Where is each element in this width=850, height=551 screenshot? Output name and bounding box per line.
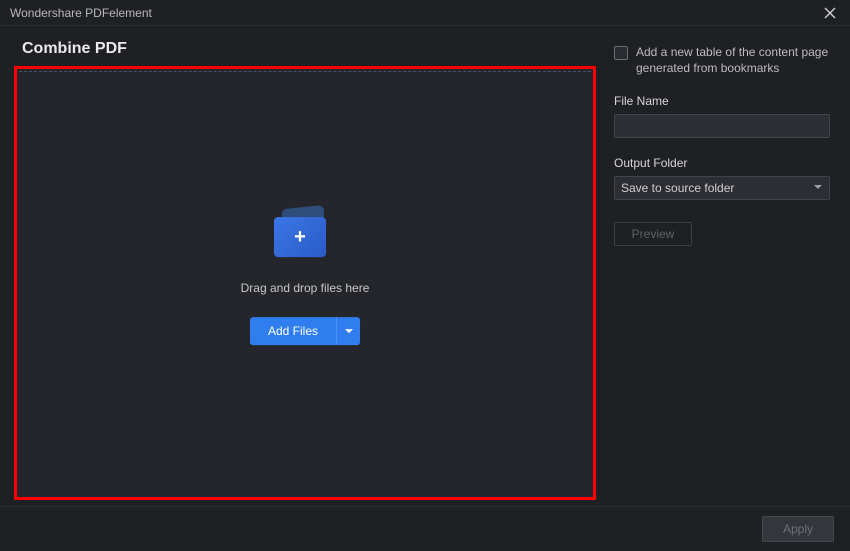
add-files-button-group: Add Files (250, 317, 360, 345)
file-dropzone[interactable]: + Drag and drop files here Add Files (14, 66, 596, 500)
filename-input[interactable] (614, 114, 830, 138)
add-folder-icon: + (274, 207, 336, 257)
output-folder-select[interactable]: Save to source folder (614, 176, 830, 200)
app-title: Wondershare PDFelement (10, 6, 152, 20)
output-folder-value: Save to source folder (621, 181, 813, 195)
dropzone-center: + Drag and drop files here Add Files (155, 207, 455, 345)
content-area: Combine PDF + Drag and drop files here A… (0, 26, 850, 506)
toc-checkbox-row: Add a new table of the content page gene… (614, 44, 830, 76)
footer: Apply (0, 506, 850, 551)
filename-label: File Name (614, 94, 830, 108)
preview-button[interactable]: Preview (614, 222, 692, 246)
dropzone-dashed-border (19, 71, 591, 72)
chevron-down-icon (813, 181, 823, 195)
titlebar: Wondershare PDFelement (0, 0, 850, 26)
toc-checkbox-label: Add a new table of the content page gene… (636, 44, 830, 76)
apply-button[interactable]: Apply (762, 516, 834, 542)
add-files-dropdown-button[interactable] (336, 317, 360, 345)
right-panel: Add a new table of the content page gene… (596, 36, 836, 506)
output-folder-label: Output Folder (614, 156, 830, 170)
close-button[interactable] (818, 3, 842, 23)
page-title: Combine PDF (22, 40, 596, 58)
add-files-button[interactable]: Add Files (250, 317, 336, 345)
left-panel: Combine PDF + Drag and drop files here A… (14, 36, 596, 506)
toc-checkbox[interactable] (614, 46, 628, 60)
dropzone-hint: Drag and drop files here (241, 281, 370, 295)
close-icon (824, 7, 836, 19)
chevron-down-icon (344, 326, 354, 336)
